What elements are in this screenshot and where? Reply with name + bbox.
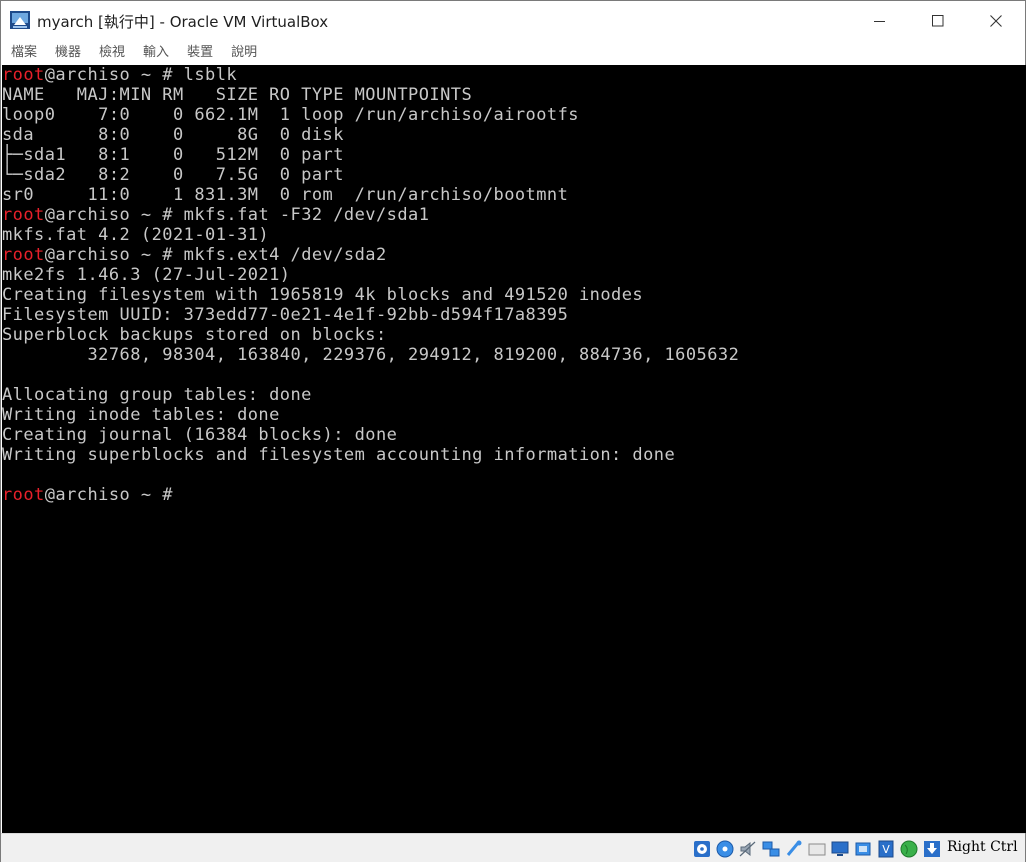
menu-devices[interactable]: 裝置 [187, 41, 213, 65]
host-key-label: Right Ctrl [947, 839, 1018, 855]
prompt-host: @archiso ~ # [44, 485, 184, 505]
audio-icon[interactable] [737, 838, 759, 860]
output-text: mkfs.fat 4.2 (2021-01-31) [2, 225, 270, 245]
title-bar[interactable]: myarch [執行中] - Oracle VM VirtualBox [1, 1, 1025, 41]
globe-icon[interactable] [898, 838, 920, 860]
window-title: myarch [執行中] - Oracle VM VirtualBox [37, 13, 329, 31]
network-icon[interactable] [760, 838, 782, 860]
output-text: sda 8:0 0 8G 0 disk [2, 125, 344, 145]
display-icon[interactable] [829, 838, 851, 860]
shared-folder-icon[interactable] [806, 838, 828, 860]
output-text: Writing superblocks and filesystem accou… [2, 445, 676, 465]
minimize-icon [874, 21, 885, 22]
output-line: Creating filesystem with 1965819 4k bloc… [2, 285, 643, 305]
prompt-host: @archiso ~ # [44, 205, 184, 225]
output-text: sr0 11:0 1 831.3M 0 rom /run/archiso/boo… [2, 185, 569, 205]
output-line: Creating journal (16384 blocks): done [2, 425, 397, 445]
output-line: ├─sda1 8:1 0 512M 0 part [2, 145, 344, 165]
maximize-button[interactable] [909, 1, 967, 41]
output-text: Filesystem UUID: 373edd77-0e21-4e1f-92bb… [2, 305, 569, 325]
output-text: └─sda2 8:2 0 7.5G 0 part [2, 165, 344, 185]
prompt-user: root [2, 485, 45, 505]
prompt-host: @archiso ~ # [44, 245, 184, 265]
virtualization-icon[interactable]: V [875, 838, 897, 860]
output-text: Creating journal (16384 blocks): done [2, 425, 398, 445]
output-text: ├─sda1 8:1 0 512M 0 part [2, 145, 344, 165]
output-line: sr0 11:0 1 831.3M 0 rom /run/archiso/boo… [2, 185, 568, 205]
output-line: sda 8:0 0 8G 0 disk [2, 125, 344, 145]
virtualbox-app-icon [10, 11, 30, 29]
output-line: └─sda2 8:2 0 7.5G 0 part [2, 165, 344, 185]
svg-text:V: V [882, 843, 890, 856]
prompt-host: @archiso ~ # [44, 65, 184, 85]
output-text: Writing inode tables: done [2, 405, 280, 425]
maximize-icon [932, 15, 944, 27]
status-bar: V Right Ctrl [1, 833, 1025, 862]
status-icons: V [691, 837, 944, 861]
menu-machine[interactable]: 機器 [55, 41, 81, 65]
output-line: loop0 7:0 0 662.1M 1 loop /run/archiso/a… [2, 105, 579, 125]
output-line: Writing superblocks and filesystem accou… [2, 445, 675, 465]
command-text: mkfs.ext4 /dev/sda2 [183, 245, 387, 265]
output-line: Allocating group tables: done [2, 385, 312, 405]
output-text: Superblock backups stored on blocks: [2, 325, 387, 345]
output-line: Superblock backups stored on blocks: [2, 325, 387, 345]
output-line: mke2fs 1.46.3 (27-Jul-2021) [2, 265, 291, 285]
optical-drive-icon[interactable] [691, 838, 713, 860]
menu-view[interactable]: 檢視 [99, 41, 125, 65]
output-text: Allocating group tables: done [2, 385, 312, 405]
minimize-button[interactable] [851, 1, 909, 41]
menu-input[interactable]: 輸入 [143, 41, 169, 65]
prompt-line: root@archiso ~ # lsblk [2, 65, 237, 85]
output-text: loop0 7:0 0 662.1M 1 loop /run/archiso/a… [2, 105, 579, 125]
prompt-user: root [2, 245, 45, 265]
arrow-down-icon[interactable] [921, 838, 943, 860]
prompt-line: root@archiso ~ # mkfs.fat -F32 /dev/sda1 [2, 205, 429, 225]
menu-bar: 檔案 機器 檢視 輸入 裝置 說明 [1, 41, 1025, 65]
close-button[interactable] [967, 1, 1025, 41]
menu-help[interactable]: 說明 [231, 41, 257, 65]
command-text: lsblk [183, 65, 238, 85]
output-text: 32768, 98304, 163840, 229376, 294912, 81… [2, 345, 740, 365]
output-text: mke2fs 1.46.3 (27-Jul-2021) [2, 265, 291, 285]
prompt-line: root@archiso ~ # mkfs.ext4 /dev/sda2 [2, 245, 387, 265]
virtualbox-window: myarch [執行中] - Oracle VM VirtualBox 檔案 機… [0, 0, 1026, 862]
command-text: mkfs.fat -F32 /dev/sda1 [183, 205, 430, 225]
output-text: NAME MAJ:MIN RM SIZE RO TYPE MOUNTPOINTS [2, 85, 473, 105]
output-line: Writing inode tables: done [2, 405, 280, 425]
cd-disc-icon[interactable] [714, 838, 736, 860]
output-line: NAME MAJ:MIN RM SIZE RO TYPE MOUNTPOINTS [2, 85, 472, 105]
output-line: 32768, 98304, 163840, 229376, 294912, 81… [2, 345, 739, 365]
close-icon [990, 15, 1002, 27]
output-line: mkfs.fat 4.2 (2021-01-31) [2, 225, 269, 245]
vm-console-screen[interactable]: root@archiso ~ # lsblk NAME MAJ:MIN RM SI… [2, 65, 1026, 833]
menu-file[interactable]: 檔案 [11, 41, 37, 65]
output-line: Filesystem UUID: 373edd77-0e21-4e1f-92bb… [2, 305, 568, 325]
prompt-user: root [2, 205, 45, 225]
output-text: Creating filesystem with 1965819 4k bloc… [2, 285, 644, 305]
prompt-line: root@archiso ~ # [2, 485, 184, 505]
usb-icon[interactable] [783, 838, 805, 860]
recording-icon[interactable] [852, 838, 874, 860]
prompt-user: root [2, 65, 45, 85]
